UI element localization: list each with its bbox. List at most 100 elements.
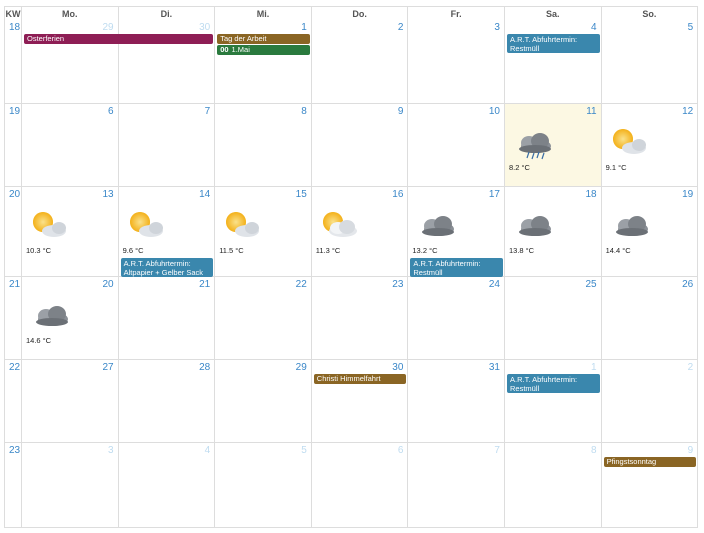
temperature-label: 11.3 °C	[315, 246, 341, 255]
week-number[interactable]: 19	[9, 106, 20, 117]
day-cell[interactable]: 5	[215, 443, 312, 528]
day-number[interactable]: 17	[489, 189, 500, 200]
day-number[interactable]: 5	[688, 22, 694, 33]
day-cell[interactable]: 8	[215, 104, 312, 187]
week-number[interactable]: 22	[9, 362, 20, 373]
day-number[interactable]: 8	[591, 445, 597, 456]
day-number[interactable]: 7	[494, 445, 500, 456]
day-number[interactable]: 31	[489, 362, 500, 373]
day-cell[interactable]: 30	[311, 360, 409, 443]
day-number[interactable]: 23	[392, 279, 403, 290]
week-number[interactable]: 23	[9, 445, 20, 456]
day-cell[interactable]: 9	[601, 443, 699, 528]
day-cell[interactable]: 26	[601, 277, 699, 360]
calendar-event[interactable]: A.R.T. Abfuhrtermin: Restmüll	[507, 34, 600, 53]
day-cell[interactable]: 30	[118, 20, 216, 104]
event-title: Pfingstsonntag	[606, 457, 657, 466]
day-cell[interactable]: 2	[601, 360, 699, 443]
day-cell[interactable]: 3	[22, 443, 119, 528]
event-title: A.R.T. Abfuhrtermin: Restmüll	[510, 35, 578, 53]
day-number[interactable]: 16	[392, 189, 403, 200]
day-cell[interactable]: 24	[408, 277, 505, 360]
day-cell[interactable]: 4	[118, 443, 216, 528]
day-number[interactable]: 15	[296, 189, 307, 200]
calendar-event[interactable]: A.R.T. Abfuhrtermin: Restmüll	[507, 374, 600, 393]
day-number[interactable]: 11	[586, 106, 596, 117]
day-cell[interactable]: 28	[118, 360, 216, 443]
event-title: Tag der Arbeit	[220, 34, 267, 43]
day-cell[interactable]: 29	[215, 360, 312, 443]
day-cell[interactable]: 21	[118, 277, 216, 360]
day-cell[interactable]: 3	[408, 20, 505, 104]
day-number[interactable]: 1	[301, 22, 307, 33]
day-number[interactable]: 27	[102, 362, 113, 373]
day-number[interactable]: 6	[398, 445, 404, 456]
day-cell[interactable]: 6	[311, 443, 409, 528]
sun-cloud-icon	[129, 212, 163, 237]
day-cell[interactable]: 4	[505, 20, 602, 104]
cloud-icon	[606, 207, 652, 243]
day-number[interactable]: 26	[682, 279, 693, 290]
day-number[interactable]: 29	[102, 22, 113, 33]
cloud-icon	[36, 306, 68, 326]
day-number[interactable]: 4	[205, 445, 211, 456]
day-cell[interactable]: 9	[311, 104, 409, 187]
temperature-label: 13.2 °C	[412, 246, 438, 255]
calendar-event[interactable]: Pfingstsonntag	[603, 457, 697, 467]
day-cell[interactable]: 6	[22, 104, 119, 187]
day-cell[interactable]: 8	[505, 443, 602, 528]
day-number[interactable]: 6	[108, 106, 114, 117]
day-number[interactable]: 30	[199, 22, 210, 33]
day-number[interactable]: 30	[392, 362, 403, 373]
day-number[interactable]: 29	[296, 362, 307, 373]
day-cell[interactable]: 1	[505, 360, 602, 443]
day-cell[interactable]: 7	[408, 443, 505, 528]
week-number[interactable]: 21	[9, 279, 20, 290]
calendar-event[interactable]: A.R.T. Abfuhrtermin: Altpapier + Gelber …	[120, 258, 214, 277]
day-number[interactable]: 2	[398, 22, 404, 33]
calendar-event[interactable]: Christi Himmelfahrt	[313, 374, 407, 384]
day-number[interactable]: 9	[688, 445, 694, 456]
day-number[interactable]: 8	[301, 106, 307, 117]
day-number[interactable]: 18	[585, 189, 596, 200]
day-cell[interactable]: 23	[311, 277, 409, 360]
day-cell[interactable]: 2	[311, 20, 409, 104]
day-number[interactable]: 5	[301, 445, 307, 456]
day-number[interactable]: 1	[591, 362, 597, 373]
sun-cloud-icon	[226, 212, 260, 237]
day-number[interactable]: 4	[591, 22, 597, 33]
day-cell[interactable]: 1	[215, 20, 312, 104]
day-number[interactable]: 21	[199, 279, 210, 290]
day-number[interactable]: 9	[398, 106, 404, 117]
cloud-icon	[26, 297, 72, 333]
day-number[interactable]: 13	[102, 189, 113, 200]
day-cell[interactable]: 22	[215, 277, 312, 360]
day-number[interactable]: 24	[489, 279, 500, 290]
week-number[interactable]: 18	[9, 22, 20, 33]
day-number[interactable]: 12	[682, 106, 693, 117]
day-number[interactable]: 7	[205, 106, 211, 117]
day-number[interactable]: 3	[108, 445, 114, 456]
week-number[interactable]: 20	[9, 189, 20, 200]
day-cell[interactable]: 31	[408, 360, 505, 443]
day-number[interactable]: 10	[489, 106, 500, 117]
calendar-event[interactable]: A.R.T. Abfuhrtermin: Restmüll	[410, 258, 503, 277]
day-number[interactable]: 22	[296, 279, 307, 290]
day-number[interactable]: 20	[102, 279, 113, 290]
day-cell[interactable]: 7	[118, 104, 216, 187]
day-number[interactable]: 14	[199, 189, 210, 200]
calendar-event[interactable]: Tag der Arbeit	[217, 34, 310, 44]
event-title: Osterferien	[27, 34, 65, 43]
day-cell[interactable]: 10	[408, 104, 505, 187]
day-number[interactable]: 2	[688, 362, 694, 373]
day-number[interactable]: 25	[585, 279, 596, 290]
day-number[interactable]: 19	[682, 189, 693, 200]
calendar-event[interactable]: Osterferien	[24, 34, 214, 44]
day-cell[interactable]: 27	[22, 360, 119, 443]
day-cell[interactable]: 25	[505, 277, 602, 360]
day-cell[interactable]: 5	[601, 20, 699, 104]
day-cell[interactable]: 29	[22, 20, 119, 104]
calendar-event[interactable]: 00 1.Mai	[217, 45, 310, 55]
day-number[interactable]: 3	[494, 22, 500, 33]
day-number[interactable]: 28	[199, 362, 210, 373]
